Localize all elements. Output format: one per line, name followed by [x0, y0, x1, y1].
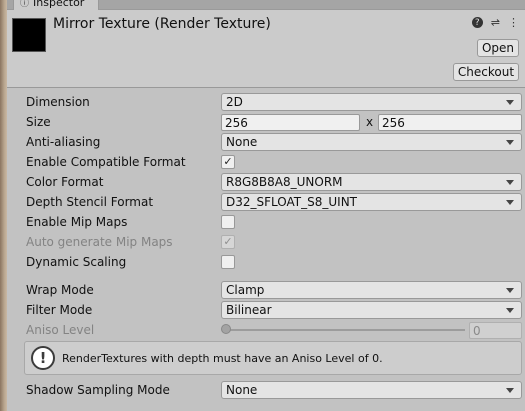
asset-header: Mirror Texture (Render Texture) ? ⇌ ⋮ Op…: [7, 10, 525, 88]
chevron-down-icon: [506, 288, 514, 293]
row-anti-aliasing: Anti-aliasing None: [7, 132, 525, 152]
dynamic-scaling-label: Dynamic Scaling: [26, 255, 127, 269]
scene-view-edge: [0, 0, 7, 411]
color-format-value: R8G8B8A8_UNORM: [226, 175, 343, 189]
anti-aliasing-value: None: [226, 135, 258, 149]
aniso-level-slider-knob: [221, 324, 231, 334]
depth-stencil-format-value: D32_SFLOAT_S8_UINT: [226, 195, 358, 209]
depth-stencil-format-dropdown[interactable]: D32_SFLOAT_S8_UINT: [221, 193, 522, 211]
row-aniso-level: Aniso Level 0: [7, 320, 525, 340]
row-size: Size 256 x 256: [7, 112, 525, 132]
wrap-mode-dropdown[interactable]: Clamp: [221, 281, 522, 299]
color-format-label: Color Format: [26, 175, 104, 189]
aniso-level-label: Aniso Level: [26, 323, 95, 337]
preset-icon[interactable]: ⇌: [491, 16, 500, 29]
checkout-button[interactable]: Checkout: [453, 63, 519, 81]
depth-stencil-format-label: Depth Stencil Format: [26, 195, 154, 209]
row-filter-mode: Filter Mode Bilinear: [7, 300, 525, 320]
row-color-format: Color Format R8G8B8A8_UNORM: [7, 172, 525, 192]
dimension-label: Dimension: [26, 95, 90, 109]
row-shadow-sampling-mode: Shadow Sampling Mode None: [7, 380, 525, 400]
info-icon: ⓘ: [20, 0, 30, 9]
texture-preview: [12, 18, 46, 52]
open-button[interactable]: Open: [477, 39, 519, 57]
filter-mode-label: Filter Mode: [26, 303, 93, 317]
filter-mode-value: Bilinear: [226, 303, 272, 317]
size-height-field[interactable]: 256: [378, 114, 522, 131]
row-enable-compatible-format: Enable Compatible Format ✓: [7, 152, 525, 172]
size-label: Size: [26, 115, 51, 129]
row-wrap-mode: Wrap Mode Clamp: [7, 280, 525, 300]
warning-message: RenderTextures with depth must have an A…: [62, 352, 383, 365]
row-enable-mip-maps: Enable Mip Maps: [7, 212, 525, 232]
row-dimension: Dimension 2D: [7, 92, 525, 112]
tab-bar: ⓘ Inspector: [7, 0, 525, 10]
anti-aliasing-label: Anti-aliasing: [26, 135, 101, 149]
auto-generate-mip-maps-label: Auto generate Mip Maps: [26, 235, 173, 249]
dimension-dropdown[interactable]: 2D: [221, 93, 522, 111]
shadow-sampling-mode-value: None: [226, 383, 258, 397]
warning-icon: !: [31, 346, 55, 370]
dimension-value: 2D: [226, 95, 243, 109]
help-icon[interactable]: ?: [471, 17, 483, 28]
enable-mip-maps-checkbox[interactable]: [221, 215, 235, 229]
size-width-field[interactable]: 256: [221, 114, 360, 131]
wrap-mode-value: Clamp: [226, 283, 265, 297]
chevron-down-icon: [506, 388, 514, 393]
warning-helpbox: ! RenderTextures with depth must have an…: [24, 341, 522, 375]
aniso-level-field: 0: [469, 322, 522, 339]
row-dynamic-scaling: Dynamic Scaling: [7, 252, 525, 272]
more-menu-icon[interactable]: ⋮: [508, 16, 519, 29]
tab-label: Inspector: [33, 0, 85, 9]
properties-panel: Dimension 2D Size 256 x 256 Anti-aliasin…: [7, 89, 525, 411]
chevron-down-icon: [506, 180, 514, 185]
dynamic-scaling-checkbox[interactable]: [221, 255, 235, 269]
wrap-mode-label: Wrap Mode: [26, 283, 94, 297]
row-depth-stencil-format: Depth Stencil Format D32_SFLOAT_S8_UINT: [7, 192, 525, 212]
tab-inspector[interactable]: ⓘ Inspector: [13, 0, 99, 10]
chevron-down-icon: [506, 100, 514, 105]
enable-compatible-format-label: Enable Compatible Format: [26, 155, 186, 169]
enable-mip-maps-label: Enable Mip Maps: [26, 215, 128, 229]
shadow-sampling-mode-label: Shadow Sampling Mode: [26, 383, 170, 397]
chevron-down-icon: [506, 200, 514, 205]
color-format-dropdown[interactable]: R8G8B8A8_UNORM: [221, 173, 522, 191]
asset-title: Mirror Texture (Render Texture): [53, 16, 271, 32]
header-icons: ? ⇌ ⋮: [471, 16, 519, 29]
chevron-down-icon: [506, 308, 514, 313]
aniso-level-slider-track: [224, 329, 465, 331]
chevron-down-icon: [506, 140, 514, 145]
auto-generate-mip-maps-checkbox: ✓: [221, 235, 235, 249]
enable-compatible-format-checkbox[interactable]: ✓: [221, 155, 235, 169]
size-separator: x: [366, 115, 374, 129]
row-auto-generate-mip-maps: Auto generate Mip Maps ✓: [7, 232, 525, 252]
anti-aliasing-dropdown[interactable]: None: [221, 133, 522, 151]
shadow-sampling-mode-dropdown[interactable]: None: [221, 381, 522, 399]
filter-mode-dropdown[interactable]: Bilinear: [221, 301, 522, 319]
